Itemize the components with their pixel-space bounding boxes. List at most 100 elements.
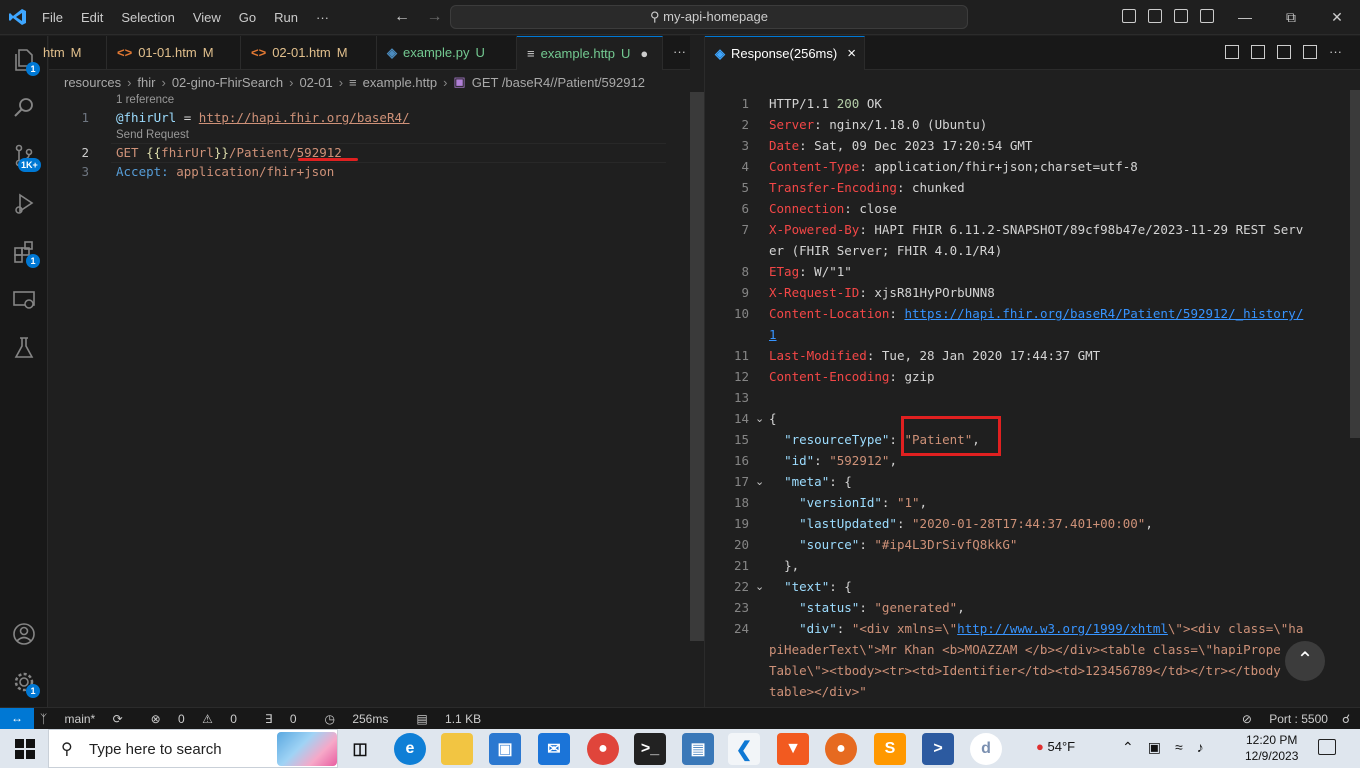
extensions-button[interactable]: 1 xyxy=(0,228,48,276)
chevron-down-icon[interactable]: ⌄ xyxy=(755,475,764,488)
tab-label: Response(256ms) xyxy=(731,46,838,61)
send-request-link[interactable]: Send Request xyxy=(116,129,189,141)
unsaved-dot-icon[interactable]: ● xyxy=(640,46,648,61)
codelens-references[interactable]: 1 reference xyxy=(116,94,174,106)
bell-icon[interactable]: ☌ xyxy=(1342,712,1350,726)
taskbar-search-input[interactable]: ⚲ Type here to search xyxy=(48,729,338,768)
arrow-left-icon[interactable]: ← xyxy=(394,8,410,25)
split-editor-icon[interactable] xyxy=(1303,45,1317,59)
tab-02-01-htm[interactable]: <> 02-01.htm M xyxy=(241,36,377,70)
menu-edit[interactable]: Edit xyxy=(81,10,103,25)
menu-view[interactable]: View xyxy=(193,10,221,25)
chrome-icon[interactable]: ● xyxy=(587,733,619,765)
breadcrumb-item[interactable]: fhir xyxy=(137,75,155,90)
breadcrumb-item[interactable]: resources xyxy=(64,75,121,90)
minimize-icon[interactable]: — xyxy=(1222,0,1268,35)
more-actions-icon[interactable]: ··· xyxy=(1329,45,1342,59)
response-time-status[interactable]: ◷ 256ms xyxy=(325,712,403,726)
terminal-icon[interactable]: >_ xyxy=(634,733,666,765)
command-center-search[interactable]: ⚲ my-api-homepage xyxy=(450,5,968,29)
file-explorer-icon[interactable] xyxy=(441,733,473,765)
editor-scrollbar[interactable] xyxy=(690,92,704,641)
line-number: 1 xyxy=(81,110,89,125)
save-body-icon[interactable] xyxy=(1251,45,1265,59)
menu-selection[interactable]: Selection xyxy=(121,10,174,25)
menu-more[interactable]: ··· xyxy=(316,10,329,25)
vscode-taskbar-icon[interactable]: ❮ xyxy=(728,733,760,765)
firefox-icon[interactable]: ● xyxy=(825,733,857,765)
request-editor[interactable]: 1 reference 1 @fhirUrl = http://hapi.fhi… xyxy=(49,92,690,707)
source-control-button[interactable]: 1K+ xyxy=(0,132,48,180)
breadcrumb-item[interactable]: GET /baseR4//Patient/592912 xyxy=(472,75,645,90)
scroll-to-top-button[interactable]: ⌃ xyxy=(1285,641,1325,681)
line-number: 8 xyxy=(741,264,749,279)
weather-widget[interactable]: ● 54°F xyxy=(1036,739,1075,754)
edge-icon[interactable]: e xyxy=(394,733,426,765)
response-size-status[interactable]: ▤ 1.1 KB xyxy=(416,712,495,726)
breadcrumb: resources › fhir › 02-gino-FhirSearch › 02-… xyxy=(64,74,645,90)
json-line-wrap: Table\"><tbody><tr><td>Identifier</td><t… xyxy=(769,663,1281,678)
volume-icon[interactable]: ♪ xyxy=(1197,739,1204,756)
remote-explorer-button[interactable] xyxy=(0,276,48,324)
content-location-link[interactable]: 1 xyxy=(769,327,777,342)
remote-indicator-icon[interactable]: ↔ xyxy=(0,708,34,730)
breadcrumb-item[interactable]: 02-01 xyxy=(299,75,332,90)
close-icon[interactable]: ✕ xyxy=(1314,0,1360,35)
notification-icon[interactable] xyxy=(1318,739,1336,755)
chevron-down-icon[interactable]: ⌄ xyxy=(755,580,764,593)
tab-example-py[interactable]: ◈ example.py U xyxy=(377,36,517,70)
toggle-sidebar-icon[interactable] xyxy=(1122,9,1136,23)
clock[interactable]: 12:20 PM 12/9/2023 xyxy=(1245,732,1298,764)
response-viewer[interactable]: 1 HTTP/1.1 200 OK 2 Server: nginx/1.18.0… xyxy=(705,70,1360,707)
breadcrumb-item[interactable]: example.http xyxy=(363,75,437,90)
restore-icon[interactable]: ⧉ xyxy=(1268,0,1314,35)
live-server-status[interactable]: ⊘ Port : 5500 xyxy=(1228,712,1328,726)
toggle-panel-icon[interactable] xyxy=(1148,9,1162,23)
sublime-icon[interactable]: S xyxy=(874,733,906,765)
save-response-icon[interactable] xyxy=(1225,45,1239,59)
branch-status[interactable]: ᛉ main* ⟳ xyxy=(40,712,137,726)
chevron-down-icon[interactable]: ⌄ xyxy=(755,412,764,425)
tab-htm[interactable]: htm M xyxy=(39,36,107,70)
powershell-icon[interactable]: > xyxy=(922,733,954,765)
content-location-link[interactable]: https://hapi.fhir.org/baseR4/Patient/592… xyxy=(904,306,1303,321)
json-line: "source": "#ip4L3DrSivfQ8kkG" xyxy=(799,537,1018,552)
menu-file[interactable]: File xyxy=(42,10,63,25)
tab-example-http[interactable]: ≡ example.http U ● xyxy=(517,36,663,70)
brave-icon[interactable]: ▼ xyxy=(777,733,809,765)
menu-go[interactable]: Go xyxy=(239,10,256,25)
tab-01-01-htm[interactable]: <> 01-01.htm M xyxy=(107,36,241,70)
breadcrumb-item[interactable]: 02-gino-FhirSearch xyxy=(172,75,283,90)
mail-icon[interactable]: ✉ xyxy=(538,733,570,765)
windows-start-icon[interactable] xyxy=(15,739,35,759)
problems-status[interactable]: ⊗ 0 ⚠ 0 xyxy=(151,712,251,726)
dbeaver-icon[interactable]: d xyxy=(970,733,1002,765)
chevron-up-icon[interactable]: ⌃ xyxy=(1122,739,1134,756)
json-line-wrap: table></div>" xyxy=(769,684,867,699)
xhtml-link[interactable]: http://www.w3.org/1999/xhtml xyxy=(957,621,1168,636)
task-view-icon[interactable]: ◫ xyxy=(344,733,376,765)
manage-button[interactable]: 1 xyxy=(0,658,48,706)
menu-run[interactable]: Run xyxy=(274,10,298,25)
arrow-right-icon[interactable]: → xyxy=(426,8,442,25)
wifi-icon[interactable]: ≈ xyxy=(1175,739,1183,756)
close-icon[interactable]: × xyxy=(847,45,856,62)
response-scrollbar[interactable] xyxy=(1350,90,1360,438)
tab-response[interactable]: ◈ Response(256ms) × xyxy=(705,36,865,70)
search-view-button[interactable] xyxy=(0,84,48,132)
copy-icon[interactable] xyxy=(1277,45,1291,59)
windows-taskbar: ⚲ Type here to search ◫ e ▣ ✉ ● >_ ▤ ❮ ▼… xyxy=(0,729,1360,768)
customize-layout-icon[interactable] xyxy=(1200,9,1214,23)
accounts-button[interactable] xyxy=(0,610,48,658)
store-icon[interactable]: ▣ xyxy=(489,733,521,765)
devices-icon[interactable]: ▣ xyxy=(1148,739,1161,756)
line-number: 19 xyxy=(733,516,749,531)
ports-status[interactable]: ∃ 0 xyxy=(265,712,311,726)
remote-desktop-icon[interactable]: ▤ xyxy=(682,733,714,765)
json-line: "versionId": "1", xyxy=(799,495,928,510)
system-tray: ⌃ ▣ ≈ ♪ xyxy=(1122,739,1218,756)
toggle-secondary-sidebar-icon[interactable] xyxy=(1174,9,1188,23)
more-actions-icon[interactable]: ··· xyxy=(673,44,686,59)
run-debug-button[interactable] xyxy=(0,180,48,228)
testing-button[interactable] xyxy=(0,324,48,372)
